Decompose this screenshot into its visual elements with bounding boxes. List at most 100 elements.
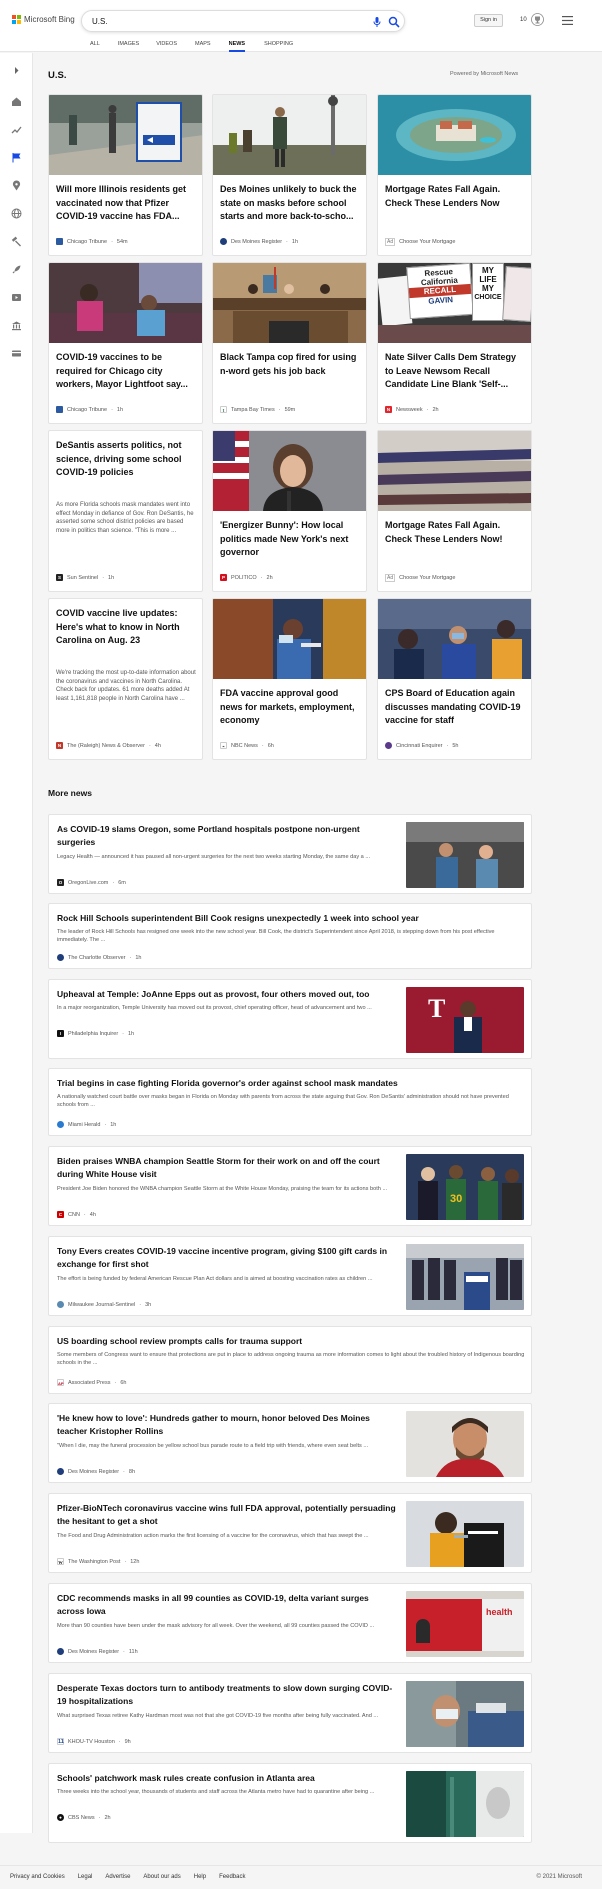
us-flag-icon[interactable] — [11, 152, 22, 163]
powered-by-label[interactable]: Powered by Microsoft News — [450, 71, 518, 77]
item-title[interactable]: US boarding school review prompts calls … — [57, 1335, 525, 1348]
more-news-item[interactable]: Upheaval at Temple: JoAnne Epps out as p… — [48, 979, 532, 1059]
home-icon[interactable] — [11, 96, 22, 107]
money-card-icon[interactable] — [11, 348, 22, 359]
item-title[interactable]: Trial begins in case fighting Florida go… — [57, 1077, 525, 1090]
card-title[interactable]: 'Energizer Bunny': How local politics ma… — [220, 519, 361, 560]
more-news-item[interactable]: Tony Evers creates COVID-19 vaccine ince… — [48, 1236, 532, 1316]
more-news-item[interactable]: Rock Hill Schools superintendent Bill Co… — [48, 903, 532, 969]
item-source[interactable]: C CNN · 4h — [57, 1211, 96, 1218]
card-source[interactable]: Chicago Tribune · 54m — [56, 237, 128, 246]
card-source[interactable]: P POLITICO · 2h — [220, 573, 273, 582]
card-title[interactable]: COVID vaccine live updates: Here's what … — [56, 607, 197, 662]
more-news-item[interactable]: US boarding school review prompts calls … — [48, 1326, 532, 1394]
menu-icon[interactable] — [562, 16, 573, 25]
ad-card[interactable]: Mortgage Rates Fall Again. Check These L… — [377, 94, 532, 256]
item-title[interactable]: CDC recommends masks in all 99 counties … — [57, 1592, 397, 1618]
item-source[interactable]: O OregonLive.com · 6m — [57, 879, 126, 886]
more-news-item[interactable]: Biden praises WNBA champion Seattle Stor… — [48, 1146, 532, 1226]
sign-in-button[interactable]: Sign in — [474, 14, 503, 27]
more-news-item[interactable]: As COVID-19 slams Oregon, some Portland … — [48, 814, 532, 894]
news-card[interactable]: CPS Board of Education again discusses m… — [377, 598, 532, 760]
more-news-item[interactable]: 'He knew how to love': Hundreds gather t… — [48, 1403, 532, 1483]
item-source[interactable]: 11 KHOU-TV Houston · 9h — [57, 1738, 131, 1745]
item-source[interactable]: AP Associated Press · 6h — [57, 1379, 126, 1386]
item-title[interactable]: Schools' patchwork mask rules create con… — [57, 1772, 397, 1785]
card-source[interactable]: N The (Raleigh) News & Observer · 4h — [56, 741, 161, 750]
footer-link-legal[interactable]: Legal — [78, 1874, 93, 1880]
news-card[interactable]: Black Tampa cop fired for using n-word g… — [212, 262, 367, 424]
news-card[interactable]: DeSantis asserts politics, not science, … — [48, 430, 203, 592]
item-title[interactable]: Pfizer-BioNTech coronavirus vaccine wins… — [57, 1502, 397, 1528]
search-icon[interactable] — [388, 16, 400, 28]
tab-shopping[interactable]: SHOPPING — [264, 40, 293, 52]
item-title[interactable]: 'He knew how to love': Hundreds gather t… — [57, 1412, 397, 1438]
item-title[interactable]: Rock Hill Schools superintendent Bill Co… — [57, 912, 525, 925]
politics-gavel-icon[interactable] — [11, 236, 22, 247]
footer-link-advertise[interactable]: Advertise — [105, 1874, 130, 1880]
more-news-item[interactable]: Pfizer-BioNTech coronavirus vaccine wins… — [48, 1493, 532, 1573]
microphone-icon[interactable] — [371, 16, 383, 28]
card-title[interactable]: Will more Illinois residents get vaccina… — [56, 183, 197, 224]
expand-chevron-icon[interactable] — [11, 65, 22, 76]
ad-card[interactable]: Mortgage Rates Fall Again. Check These L… — [377, 430, 532, 592]
item-title[interactable]: As COVID-19 slams Oregon, some Portland … — [57, 823, 387, 849]
card-title[interactable]: CPS Board of Education again discusses m… — [385, 687, 526, 728]
tab-videos[interactable]: VIDEOS — [156, 40, 177, 52]
item-source[interactable]: Miami Herald · 1h — [57, 1121, 116, 1128]
news-card[interactable]: COVID-19 vaccines to be required for Chi… — [48, 262, 203, 424]
more-news-item[interactable]: Schools' patchwork mask rules create con… — [48, 1763, 532, 1843]
item-title[interactable]: Upheaval at Temple: JoAnne Epps out as p… — [57, 988, 397, 1001]
footer-link-help[interactable]: Help — [194, 1874, 206, 1880]
search-input[interactable] — [92, 15, 342, 28]
entertainment-icon[interactable] — [11, 292, 22, 303]
rewards-count[interactable]: 10 — [520, 17, 527, 23]
item-source[interactable]: W The Washington Post · 12h — [57, 1558, 139, 1565]
footer-link-feedback[interactable]: Feedback — [219, 1874, 245, 1880]
card-source[interactable]: t Tampa Bay Times · 59m — [220, 405, 295, 414]
tab-images[interactable]: IMAGES — [118, 40, 139, 52]
card-title[interactable]: Mortgage Rates Fall Again. Check These L… — [385, 183, 526, 224]
card-source[interactable]: Des Moines Register · 1h — [220, 237, 298, 246]
more-news-item[interactable]: Desperate Texas doctors turn to antibody… — [48, 1673, 532, 1753]
card-title[interactable]: COVID-19 vaccines to be required for Chi… — [56, 351, 197, 392]
news-card[interactable]: Rescue California RECALL GAVIN MY LIFE M… — [377, 262, 532, 424]
bing-logo[interactable]: Microsoft Bing — [12, 15, 75, 24]
item-source[interactable]: Des Moines Register · 8h — [57, 1468, 135, 1475]
card-title[interactable]: Mortgage Rates Fall Again. Check These L… — [385, 519, 526, 560]
item-source[interactable]: ● CBS News · 2h — [57, 1814, 111, 1821]
rewards-trophy-icon[interactable] — [531, 13, 544, 26]
item-source[interactable]: Des Moines Register · 11h — [57, 1648, 138, 1655]
item-source[interactable]: Milwaukee Journal-Sentinel · 3h — [57, 1301, 151, 1308]
card-source[interactable]: N Newsweek · 2h — [385, 405, 439, 414]
tab-all[interactable]: ALL — [90, 40, 100, 52]
item-title[interactable]: Biden praises WNBA champion Seattle Stor… — [57, 1155, 397, 1181]
search-box[interactable] — [81, 10, 405, 32]
card-title[interactable]: FDA vaccine approval good news for marke… — [220, 687, 361, 728]
card-title[interactable]: Nate Silver Calls Dem Strategy to Leave … — [385, 351, 526, 392]
tab-news[interactable]: NEWS — [228, 40, 245, 52]
item-source[interactable]: The Charlotte Observer · 1h — [57, 954, 141, 961]
card-source[interactable]: Ad Choose Your Mortgage — [385, 573, 455, 582]
card-source[interactable]: Ad Choose Your Mortgage — [385, 237, 455, 246]
news-card[interactable]: Des Moines unlikely to buck the state on… — [212, 94, 367, 256]
footer-link-about-ads[interactable]: About our ads — [143, 1874, 180, 1880]
card-source[interactable]: ◓ NBC News · 6h — [220, 741, 274, 750]
news-card[interactable]: 'Energizer Bunny': How local politics ma… — [212, 430, 367, 592]
card-source[interactable]: Chicago Tribune · 1h — [56, 405, 123, 414]
more-news-item[interactable]: CDC recommends masks in all 99 counties … — [48, 1583, 532, 1663]
science-rocket-icon[interactable] — [11, 264, 22, 275]
item-title[interactable]: Desperate Texas doctors turn to antibody… — [57, 1682, 397, 1708]
news-card[interactable]: FDA vaccine approval good news for marke… — [212, 598, 367, 760]
more-news-item[interactable]: Trial begins in case fighting Florida go… — [48, 1068, 532, 1136]
card-title[interactable]: Des Moines unlikely to buck the state on… — [220, 183, 361, 224]
card-title[interactable]: Black Tampa cop fired for using n-word g… — [220, 351, 361, 392]
card-source[interactable]: S Sun Sentinel · 1h — [56, 573, 114, 582]
globe-icon[interactable] — [11, 208, 22, 219]
item-source[interactable]: I Philadelphia Inquirer · 1h — [57, 1030, 134, 1037]
tab-maps[interactable]: MAPS — [195, 40, 211, 52]
news-card[interactable]: COVID vaccine live updates: Here's what … — [48, 598, 203, 760]
item-title[interactable]: Tony Evers creates COVID-19 vaccine ince… — [57, 1245, 397, 1271]
card-title[interactable]: DeSantis asserts politics, not science, … — [56, 439, 197, 494]
location-pin-icon[interactable] — [11, 180, 22, 191]
